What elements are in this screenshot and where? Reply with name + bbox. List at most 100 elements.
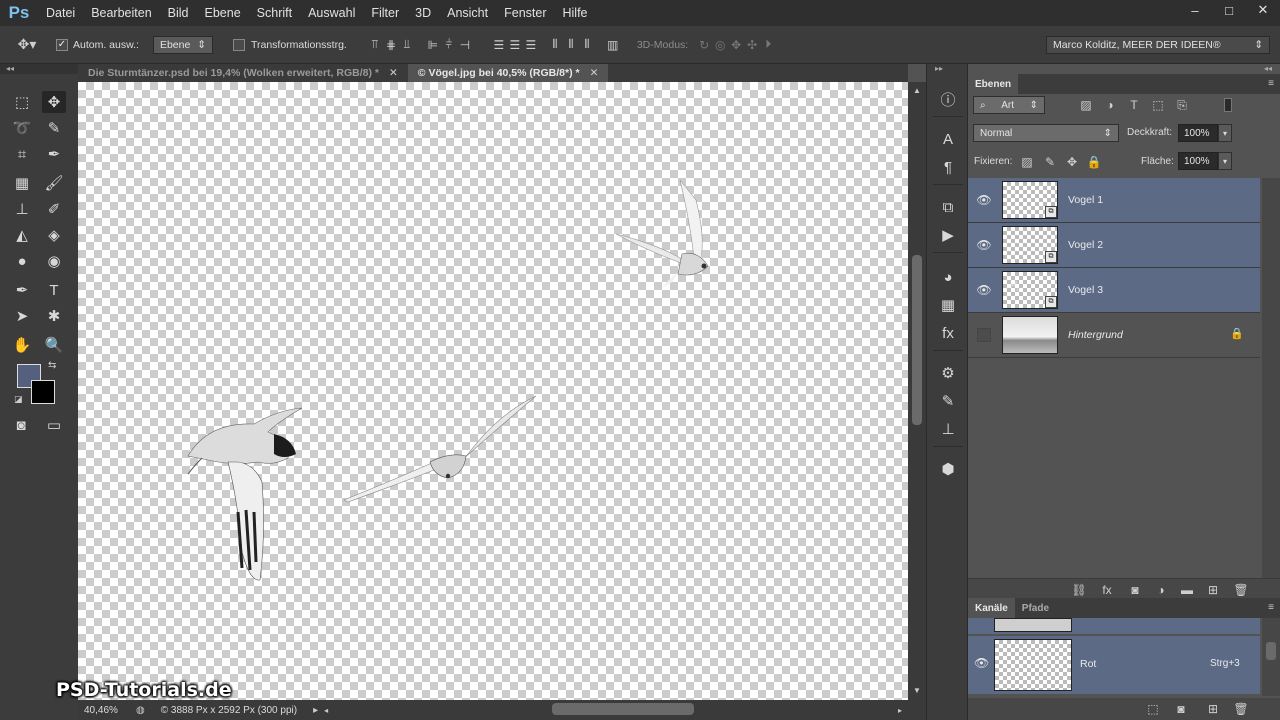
distribute-vcenter-icon[interactable]: ☰ (507, 37, 523, 53)
paragraph-panel-icon[interactable]: ¶ (935, 156, 961, 178)
panel-collapse-grip[interactable]: ▸▸ (935, 64, 943, 73)
new-channel-icon[interactable]: ⊞ (1204, 701, 1222, 717)
panel-collapse-grip[interactable]: ◂◂ (1264, 64, 1272, 73)
scroll-right-arrow-icon[interactable]: ▸ (898, 706, 902, 715)
type-tool-icon[interactable]: T (42, 279, 66, 301)
new-group-icon[interactable]: ▬ (1178, 582, 1196, 598)
delete-layer-icon[interactable]: 🗑 (1232, 582, 1250, 598)
opacity-input[interactable]: 100% (1178, 124, 1218, 142)
quick-mask-icon[interactable]: ◙ (9, 414, 33, 436)
delete-channel-icon[interactable]: 🗑 (1232, 701, 1250, 717)
align-hcenter-icon[interactable]: ⫩ (441, 37, 457, 53)
close-window-button[interactable]: ✕ (1246, 0, 1280, 20)
distribute-left-icon[interactable]: ⫴ (547, 37, 563, 53)
menu-auswahl[interactable]: Auswahl (300, 0, 363, 26)
color-panel-icon[interactable]: ◕ (935, 266, 961, 288)
auto-align-icon[interactable]: ▥ (605, 37, 621, 53)
actions-panel-icon[interactable]: ▶ (935, 224, 961, 246)
opacity-slider-arrow-icon[interactable]: ▾ (1218, 124, 1232, 142)
paint-bucket-tool-icon[interactable]: ◈ (42, 224, 66, 246)
panel-menu-icon[interactable]: ≡ (1268, 602, 1274, 613)
filter-adjustment-icon[interactable]: ◑ (1102, 97, 1118, 113)
layer-name[interactable]: Vogel 3 (1068, 284, 1103, 296)
brush-presets-panel-icon[interactable]: ✎ (935, 390, 961, 412)
custom-shape-tool-icon[interactable]: ✱ (42, 305, 66, 327)
distribute-bottom-icon[interactable]: ☰ (523, 37, 539, 53)
menu-bild[interactable]: Bild (160, 0, 197, 26)
layer-row[interactable]: Hintergrund 🔒 (968, 313, 1260, 358)
visibility-eye-icon[interactable]: 👁 (974, 656, 989, 670)
distribute-hcenter-icon[interactable]: ⫴ (563, 37, 579, 53)
lock-image-pixels-icon[interactable]: ✎ (1042, 154, 1058, 170)
swap-colors-icon[interactable]: ⇆ (48, 360, 56, 371)
panel-menu-icon[interactable]: ≡ (1268, 78, 1274, 89)
new-layer-icon[interactable]: ⊞ (1204, 582, 1222, 598)
3d-roll-icon[interactable]: ◎ (712, 37, 728, 53)
menu-3d[interactable]: 3D (407, 0, 439, 26)
clone-source-panel-icon[interactable]: ⊥ (935, 418, 961, 440)
scrollbar-thumb[interactable] (912, 255, 922, 425)
distribute-right-icon[interactable]: ⫴ (579, 37, 595, 53)
align-vcenter-icon[interactable]: ⋕ (383, 37, 399, 53)
close-tab-icon[interactable]: ✕ (590, 67, 599, 79)
character-panel-icon[interactable]: A (935, 128, 961, 150)
blur-tool-icon[interactable]: ● (10, 250, 34, 272)
visibility-eye-icon[interactable]: 👁 (976, 282, 992, 298)
eraser-tool-icon[interactable]: ◭ (10, 224, 34, 246)
pen-tool-icon[interactable]: ✒ (10, 279, 34, 301)
crop-tool-icon[interactable]: ⌗ (10, 143, 34, 165)
menu-ebene[interactable]: Ebene (197, 0, 249, 26)
layer-filter-kind-dropdown[interactable]: ⌕ Art ⇕ (973, 96, 1045, 114)
tab-sturmtaenzer[interactable]: Die Sturmtänzer.psd bei 19,4% (Wolken er… (78, 64, 408, 82)
menu-filter[interactable]: Filter (363, 0, 407, 26)
load-channel-selection-icon[interactable]: ⬚ (1144, 701, 1162, 717)
align-left-icon[interactable]: ⊫ (425, 37, 441, 53)
brush-tool-icon[interactable]: 🖌 (42, 172, 66, 194)
filter-type-icon[interactable]: T (1126, 97, 1142, 113)
status-expand-icon[interactable]: ▸ (313, 705, 318, 716)
visibility-eye-icon[interactable]: 👁 (976, 192, 992, 208)
zoom-tool-icon[interactable]: 🔍 (42, 334, 66, 356)
menu-bearbeiten[interactable]: Bearbeiten (83, 0, 159, 26)
zoom-level[interactable]: 40,46% (84, 705, 132, 716)
layer-style-fx-icon[interactable]: fx (1098, 582, 1116, 598)
hand-tool-icon[interactable]: ✋ (10, 334, 34, 356)
fill-input[interactable]: 100% (1178, 152, 1218, 170)
quick-select-tool-icon[interactable]: ✎ (42, 117, 66, 139)
3d-rotate-icon[interactable]: ↻ (696, 37, 712, 53)
scroll-left-arrow-icon[interactable]: ◂ (324, 706, 328, 715)
scroll-up-arrow-icon[interactable]: ▲ (913, 86, 921, 95)
3d-panel-icon[interactable]: ⬢ (935, 458, 961, 480)
channel-row[interactable]: 👁 Rot Strg+3 (968, 636, 1260, 694)
move-tool-icon[interactable]: ✥ (42, 91, 66, 113)
filter-pixel-icon[interactable]: ▨ (1078, 97, 1094, 113)
lock-transparent-pixels-icon[interactable]: ▨ (1019, 154, 1035, 170)
menu-fenster[interactable]: Fenster (496, 0, 554, 26)
menu-hilfe[interactable]: Hilfe (555, 0, 596, 26)
visibility-toggle-off[interactable] (977, 328, 991, 342)
filter-shape-icon[interactable]: ⬚ (1150, 97, 1166, 113)
path-select-tool-icon[interactable]: ➤ (10, 305, 34, 327)
visibility-eye-icon[interactable]: 👁 (976, 237, 992, 253)
scrollbar-thumb[interactable] (1266, 642, 1276, 660)
3d-scale-icon[interactable]: ⏵ (760, 37, 776, 53)
layer-row[interactable]: 👁 ⧉ ☝ Vogel 3 (968, 268, 1260, 313)
layer-name[interactable]: Vogel 2 (1068, 239, 1103, 251)
3d-slide-icon[interactable]: ✣ (744, 37, 760, 53)
align-top-icon[interactable]: ⫪ (367, 37, 383, 53)
adjustment-layer-icon[interactable]: ◑ (1152, 582, 1170, 598)
filter-toggle-switch[interactable] (1224, 98, 1232, 112)
horizontal-scrollbar-thumb[interactable] (552, 703, 694, 715)
align-bottom-icon[interactable]: ⫫ (399, 37, 415, 53)
healing-brush-tool-icon[interactable]: ▦ (10, 172, 34, 194)
history-panel-icon[interactable]: ⧉ (935, 196, 961, 218)
blend-mode-dropdown[interactable]: Normal ⇕ (973, 124, 1119, 142)
layer-row[interactable]: 👁 ⧉ Vogel 2 (968, 223, 1260, 268)
maximize-button[interactable]: □ (1212, 0, 1246, 20)
lock-all-icon[interactable]: 🔒 (1086, 154, 1102, 170)
history-brush-tool-icon[interactable]: ✐ (42, 198, 66, 220)
info-panel-icon[interactable]: ⓘ (935, 88, 961, 110)
background-color-swatch[interactable] (31, 380, 55, 404)
auto-select-target-dropdown[interactable]: Ebene ⇕ (152, 35, 213, 54)
link-layers-icon[interactable]: ⛓ (1070, 582, 1088, 598)
